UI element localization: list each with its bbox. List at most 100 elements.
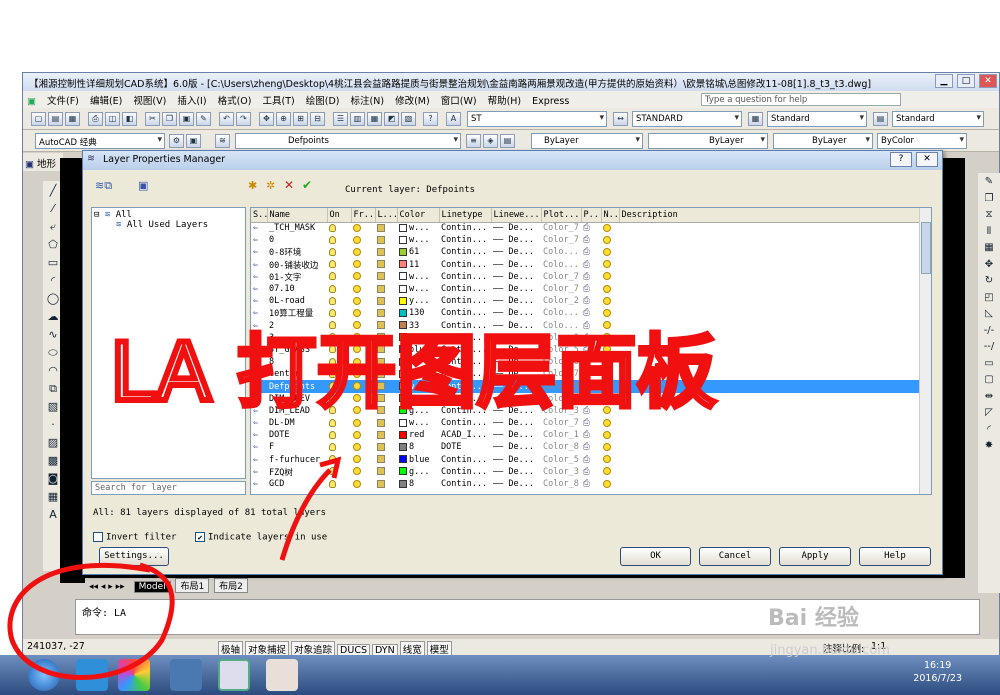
lock-icon[interactable]: [377, 308, 385, 317]
lineweight-cell[interactable]: —— De...: [491, 478, 541, 490]
printer-icon[interactable]: ⎙: [583, 235, 590, 245]
description-cell[interactable]: [619, 234, 921, 246]
description-cell[interactable]: [619, 222, 921, 234]
description-cell[interactable]: [619, 283, 921, 295]
newvp-cell[interactable]: [601, 393, 619, 405]
freeze-cell[interactable]: [351, 429, 375, 441]
layer-search-input[interactable]: Search for layer: [91, 481, 246, 495]
lock-cell[interactable]: [375, 283, 397, 295]
lock-cell[interactable]: [375, 320, 397, 332]
mirror-icon[interactable]: ⧖: [981, 207, 997, 223]
name-cell[interactable]: 8: [267, 356, 327, 368]
sun-icon[interactable]: [353, 296, 361, 305]
lock-icon[interactable]: [377, 369, 385, 378]
color-cell[interactable]: g...: [397, 405, 439, 417]
checkbox-box[interactable]: [93, 532, 103, 542]
cancel-button[interactable]: Cancel: [699, 547, 771, 566]
plot-cell[interactable]: ⎙: [581, 307, 601, 319]
rotate-icon[interactable]: ↻: [981, 273, 997, 289]
design-center-icon[interactable]: ▥: [350, 112, 365, 126]
column-header[interactable]: S..: [251, 208, 268, 223]
copy-icon[interactable]: ❐: [162, 112, 177, 126]
text-style-select[interactable]: ST: [467, 111, 607, 127]
undo-icon[interactable]: ↶: [219, 112, 234, 126]
revcloud-icon[interactable]: ☁: [45, 309, 61, 325]
table-row[interactable]: ⇐ 2 33 Contin... —— De... Colo... ⎙: [251, 320, 921, 332]
lock-cell[interactable]: [375, 405, 397, 417]
description-cell[interactable]: [619, 380, 921, 393]
properties-icon[interactable]: ☰: [333, 112, 348, 126]
freeze-cell[interactable]: [351, 332, 375, 344]
printer-icon[interactable]: ⎙: [583, 260, 590, 270]
table-row[interactable]: ⇐ 0-8环境 61 Contin... —— De... Colo... ⎙: [251, 246, 921, 258]
linetype-cell[interactable]: Contin...: [439, 295, 491, 307]
lock-icon[interactable]: [377, 260, 385, 269]
lock-cell[interactable]: [375, 417, 397, 429]
plot-cell[interactable]: ⎙: [581, 454, 601, 466]
new-vp-freeze-icon[interactable]: [603, 369, 611, 378]
ellipse-arc-icon[interactable]: ◠: [45, 363, 61, 379]
table-row[interactable]: ⇐ _TCH_MASK w... Contin... —— De... Color_7 ⎙: [251, 222, 921, 234]
new-layer-icon[interactable]: ✱: [248, 179, 257, 192]
menu-dimension[interactable]: 标注(N): [347, 91, 389, 107]
tree-root[interactable]: ⊟ ≋ All: [94, 210, 243, 220]
on-cell[interactable]: [327, 393, 351, 405]
newvp-cell[interactable]: [601, 246, 619, 258]
description-cell[interactable]: [619, 368, 921, 380]
on-cell[interactable]: [327, 222, 351, 234]
linetype-cell[interactable]: Contin...: [439, 368, 491, 380]
app-icon-tool[interactable]: [266, 659, 298, 691]
tree-child[interactable]: ≋ All Used Layers: [94, 220, 243, 230]
table-row[interactable]: ✔ Defpoints w... Contin... —— De... Color_7 ⎙: [251, 380, 921, 393]
pan-icon[interactable]: ✥: [259, 112, 274, 126]
color-cell[interactable]: w...: [397, 368, 439, 380]
color-cell[interactable]: 8: [397, 478, 439, 490]
text-style-icon[interactable]: A: [446, 112, 461, 126]
linetype-cell[interactable]: Contin...: [439, 405, 491, 417]
plot-cell[interactable]: ⎙: [581, 405, 601, 417]
linetype-cell[interactable]: DOTE: [439, 441, 491, 453]
on-cell[interactable]: [327, 441, 351, 453]
table-row[interactable]: ⇐ FZQ树 g... Contin... —— De... Color_3 ⎙: [251, 466, 921, 478]
new-vp-freeze-icon[interactable]: [603, 247, 611, 256]
calc-icon[interactable]: ▧: [401, 112, 416, 126]
printer-icon[interactable]: ⎙: [583, 418, 590, 428]
table-style-icon[interactable]: ▦: [748, 112, 763, 126]
lightbulb-icon[interactable]: [329, 321, 336, 330]
linetype-cell[interactable]: Contin...: [439, 320, 491, 332]
lineweight-cell[interactable]: —— De...: [491, 429, 541, 441]
description-cell[interactable]: [619, 344, 921, 356]
description-cell[interactable]: [619, 332, 921, 344]
new-vp-freeze-icon[interactable]: [603, 260, 611, 269]
offset-icon[interactable]: ⫴: [981, 224, 997, 240]
menu-edit[interactable]: 编辑(E): [86, 91, 126, 107]
lineweight-cell[interactable]: —— De...: [491, 271, 541, 283]
lock-icon[interactable]: [377, 247, 385, 256]
apply-button[interactable]: Apply: [779, 547, 851, 566]
invert-filter-checkbox[interactable]: Invert filter: [93, 532, 176, 543]
color-cell[interactable]: g...: [397, 393, 439, 405]
name-cell[interactable]: DL-DM: [267, 417, 327, 429]
new-vp-freeze-icon[interactable]: [603, 467, 611, 476]
newvp-cell[interactable]: [601, 283, 619, 295]
name-cell[interactable]: Defpoints: [267, 380, 327, 393]
lock-cell[interactable]: [375, 454, 397, 466]
printer-icon[interactable]: ⎙: [583, 308, 590, 318]
lineweight-cell[interactable]: —— De...: [491, 344, 541, 356]
on-cell[interactable]: [327, 356, 351, 368]
table-row[interactable]: ⇐ f-furhucer blue Contin... —— De... Color_5 ⎙: [251, 454, 921, 466]
table-row[interactable]: ⇐ GCD 8 Contin... —— De... Color_8 ⎙: [251, 478, 921, 490]
column-header[interactable]: Description: [619, 208, 921, 223]
column-header[interactable]: L...: [375, 208, 398, 223]
sun-icon[interactable]: [353, 223, 361, 232]
newvp-cell[interactable]: [601, 478, 619, 490]
lineweight-cell[interactable]: —— De...: [491, 393, 541, 405]
lock-icon[interactable]: [377, 345, 385, 354]
name-cell[interactable]: DIM_ELEV: [267, 393, 327, 405]
name-cell[interactable]: 01-文字: [267, 271, 327, 283]
color-cell[interactable]: w...: [397, 271, 439, 283]
newvp-cell[interactable]: [601, 271, 619, 283]
description-cell[interactable]: [619, 320, 921, 332]
on-cell[interactable]: [327, 380, 351, 393]
break-icon[interactable]: ▢: [981, 372, 997, 388]
